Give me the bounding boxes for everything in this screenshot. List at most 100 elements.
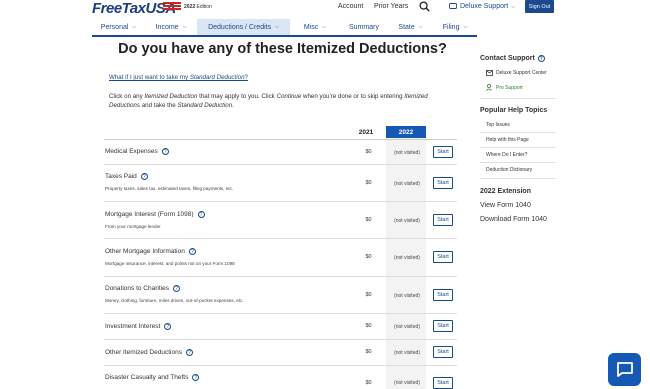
help-icon[interactable]: ? — [172, 285, 180, 292]
chevron-down-icon: ⌵ — [132, 24, 137, 30]
help-icon[interactable]: ? — [537, 55, 545, 62]
popular-help-title: Popular Help Topics — [480, 107, 548, 114]
row-status: (not visited) — [394, 350, 420, 356]
start-button[interactable]: Start — [433, 251, 453, 263]
table-row: Disaster Casualty and Thefts ? $0 (not v… — [104, 366, 457, 389]
row-amount: $0 — [365, 254, 372, 260]
start-button[interactable]: Start — [433, 289, 453, 301]
pro-support-link[interactable]: Pro Support — [486, 84, 523, 91]
main-nav: Personal ⌵ Income ⌵ Deductions / Credits… — [92, 19, 477, 35]
account-link[interactable]: Account — [338, 3, 363, 10]
row-status: (not visited) — [394, 255, 420, 261]
link-text-em: Standard Deduction — [189, 74, 245, 81]
help-icon[interactable]: ? — [140, 173, 148, 180]
tab-income-label: Income — [155, 23, 179, 31]
help-link-where-enter[interactable]: Where Do I Enter? — [486, 152, 527, 158]
start-button[interactable]: Start — [433, 214, 453, 226]
divider — [480, 162, 556, 163]
col-header-2022: 2022 — [386, 126, 426, 138]
row-subtitle: Property taxes, sales tax, estimated tax… — [105, 186, 234, 191]
table-row: Mortgage Interest (Form 1098) ? From you… — [104, 202, 457, 239]
tab-summary[interactable]: Summary — [340, 19, 388, 35]
help-icon[interactable]: ? — [188, 248, 196, 255]
chat-icon — [616, 362, 633, 377]
start-button[interactable]: Start — [433, 177, 453, 189]
deluxe-support-center-label: Deluxe Support Center — [496, 70, 547, 76]
table-row: Taxes Paid ? Property taxes, sales tax, … — [104, 165, 457, 202]
tab-misc[interactable]: Misc ⌵ — [290, 19, 340, 35]
deluxe-support-menu[interactable]: Deluxe Support ⌵ — [449, 3, 515, 10]
divider — [480, 132, 556, 133]
row-status: (not visited) — [394, 150, 420, 156]
tab-summary-label: Summary — [349, 23, 379, 31]
tab-state[interactable]: State ⌵ — [388, 19, 433, 35]
col-header-2021: 2021 — [358, 129, 374, 136]
tab-deductions-credits[interactable]: Deductions / Credits ⌵ — [197, 19, 290, 35]
contact-support-title[interactable]: Contact Support ? — [480, 55, 545, 62]
row-subtitle: Mortgage insurance, interest, and points… — [105, 261, 235, 266]
row-title[interactable]: Disaster Casualty and Thefts ? — [105, 374, 200, 381]
help-link-top-issues[interactable]: Top Issues — [486, 122, 510, 128]
row-title[interactable]: Mortgage Interest (Form 1098) ? — [105, 211, 205, 218]
table-row: Investment Interest ? $0 (not visited) S… — [104, 314, 457, 340]
table-row: Other Itemized Deductions ? $0 (not visi… — [104, 340, 457, 366]
row-title-text: Other Itemized Deductions — [105, 349, 182, 356]
row-amount: $0 — [365, 217, 372, 223]
row-title[interactable]: Other Itemized Deductions ? — [105, 349, 193, 356]
row-amount: $0 — [365, 349, 372, 355]
search-icon[interactable] — [419, 1, 430, 12]
download-form-1040-link[interactable]: Download Form 1040 — [480, 216, 547, 223]
tab-personal[interactable]: Personal ⌵ — [92, 19, 145, 35]
start-button[interactable]: Start — [433, 377, 453, 389]
row-amount: $0 — [365, 292, 372, 298]
divider — [480, 147, 556, 148]
row-title[interactable]: Taxes Paid ? — [105, 173, 148, 180]
help-icon[interactable]: ? — [185, 349, 193, 356]
row-status: (not visited) — [394, 380, 420, 386]
sign-out-button[interactable]: Sign Out — [525, 0, 554, 13]
nav-underline — [92, 35, 477, 37]
row-title-text: Investment Interest — [105, 323, 161, 330]
row-title[interactable]: Investment Interest ? — [105, 323, 172, 330]
help-icon[interactable]: ? — [164, 323, 172, 330]
row-status: (not visited) — [394, 218, 420, 224]
tab-filing[interactable]: Filing ⌵ — [433, 19, 477, 35]
chat-button[interactable] — [608, 353, 641, 386]
row-title-text: Taxes Paid — [105, 173, 137, 180]
chevron-down-icon: ⌵ — [322, 24, 327, 30]
help-link-this-page[interactable]: Help with this Page — [486, 137, 529, 143]
tab-personal-label: Personal — [100, 23, 129, 31]
row-amount: $0 — [365, 149, 372, 155]
chevron-down-icon: ⌵ — [182, 24, 187, 30]
prior-years-link[interactable]: Prior Years — [374, 3, 408, 10]
start-button[interactable]: Start — [433, 346, 453, 358]
row-amount: $0 — [365, 323, 372, 329]
divider — [480, 98, 556, 99]
row-title[interactable]: Donations to Charities ? — [105, 285, 180, 292]
deluxe-support-center-link[interactable]: Deluxe Support Center — [486, 70, 547, 76]
view-form-1040-link[interactable]: View Form 1040 — [480, 202, 531, 209]
intro-paragraph: Click on any Itemized Deduction that may… — [109, 93, 428, 109]
table-row: Other Mortgage Information ? Mortgage in… — [104, 239, 457, 277]
flag-icon — [163, 2, 181, 13]
page-title: Do you have any of these Itemized Deduct… — [118, 41, 447, 57]
link-text: What if I just want to take my — [109, 74, 190, 81]
row-title[interactable]: Other Mortgage Information ? — [105, 248, 196, 255]
help-link-deduction-dictionary[interactable]: Deduction Dictionary — [486, 167, 532, 173]
row-status: (not visited) — [394, 324, 420, 330]
tab-misc-label: Misc — [303, 23, 319, 31]
standard-deduction-link[interactable]: What if I just want to take my Standard … — [109, 74, 248, 81]
top-bar: FreeTaxUSA 2022 Edition Account Prior Ye… — [0, 0, 650, 17]
chat-bubble-icon — [449, 3, 457, 9]
row-title[interactable]: Medical Expenses ? — [105, 148, 169, 155]
help-icon[interactable]: ? — [197, 211, 205, 218]
table-row: Donations to Charities ? Money, clothing… — [104, 277, 457, 314]
start-button[interactable]: Start — [433, 320, 453, 332]
extension-title[interactable]: 2022 Extension — [480, 188, 531, 195]
help-icon[interactable]: ? — [192, 374, 200, 381]
tab-income[interactable]: Income ⌵ — [145, 19, 197, 35]
start-button[interactable]: Start — [433, 146, 453, 158]
person-icon — [486, 84, 492, 91]
chevron-down-icon: ⌵ — [275, 24, 279, 30]
help-icon[interactable]: ? — [161, 148, 169, 155]
